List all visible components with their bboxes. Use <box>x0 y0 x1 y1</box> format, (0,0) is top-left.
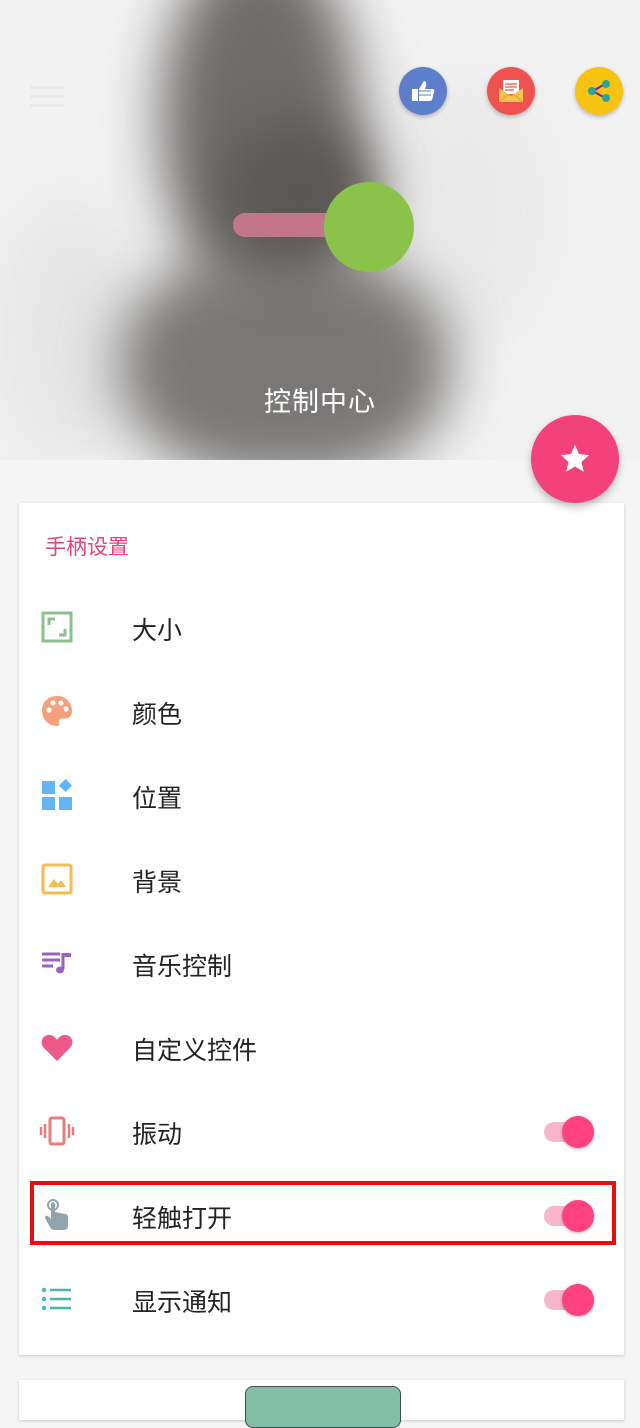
vibrate-icon <box>39 1116 75 1146</box>
position-icon <box>42 779 72 810</box>
palette-icon <box>42 696 72 726</box>
setting-label: 振动 <box>132 1120 183 1149</box>
like-icon <box>412 81 435 101</box>
header-banner: 控制中心 <box>0 0 640 460</box>
star-icon <box>560 444 590 472</box>
setting-label: 颜色 <box>132 700 183 729</box>
highlight-box <box>30 1181 616 1245</box>
section-title: 手柄设置 <box>45 535 129 559</box>
setting-background[interactable]: 背景 <box>19 837 624 921</box>
list-icon <box>41 1287 71 1311</box>
heart-icon <box>41 1034 73 1061</box>
share-icon <box>588 80 610 102</box>
handle-preview-dot <box>324 182 414 272</box>
like-button[interactable] <box>399 67 447 115</box>
vibrate-toggle[interactable] <box>544 1116 596 1148</box>
setting-show-notification[interactable]: 显示通知 <box>19 1257 624 1341</box>
share-button[interactable] <box>575 67 623 115</box>
bottom-card <box>19 1380 624 1428</box>
favorite-fab-button[interactable] <box>531 415 619 503</box>
setting-label: 位置 <box>132 784 183 813</box>
image-icon <box>41 863 73 895</box>
page-title: 控制中心 <box>264 387 376 418</box>
size-icon <box>41 611 73 643</box>
setting-label: 显示通知 <box>132 1288 233 1317</box>
setting-custom-controls[interactable]: 自定义控件 <box>19 1005 624 1089</box>
music-icon <box>42 952 71 974</box>
setting-color[interactable]: 颜色 <box>19 669 624 753</box>
setting-label: 大小 <box>132 616 183 645</box>
setting-label: 自定义控件 <box>132 1036 258 1065</box>
mail-button[interactable] <box>487 67 535 115</box>
bottom-action-button[interactable] <box>245 1386 401 1428</box>
mail-icon <box>498 80 524 103</box>
setting-vibrate[interactable]: 振动 <box>19 1089 624 1173</box>
show-notification-toggle[interactable] <box>544 1284 596 1316</box>
setting-label: 背景 <box>132 868 183 897</box>
setting-position[interactable]: 位置 <box>19 753 624 837</box>
setting-music-control[interactable]: 音乐控制 <box>19 921 624 1005</box>
setting-size[interactable]: 大小 <box>19 585 624 669</box>
setting-label: 音乐控制 <box>132 952 233 981</box>
menu-icon[interactable] <box>30 86 64 107</box>
